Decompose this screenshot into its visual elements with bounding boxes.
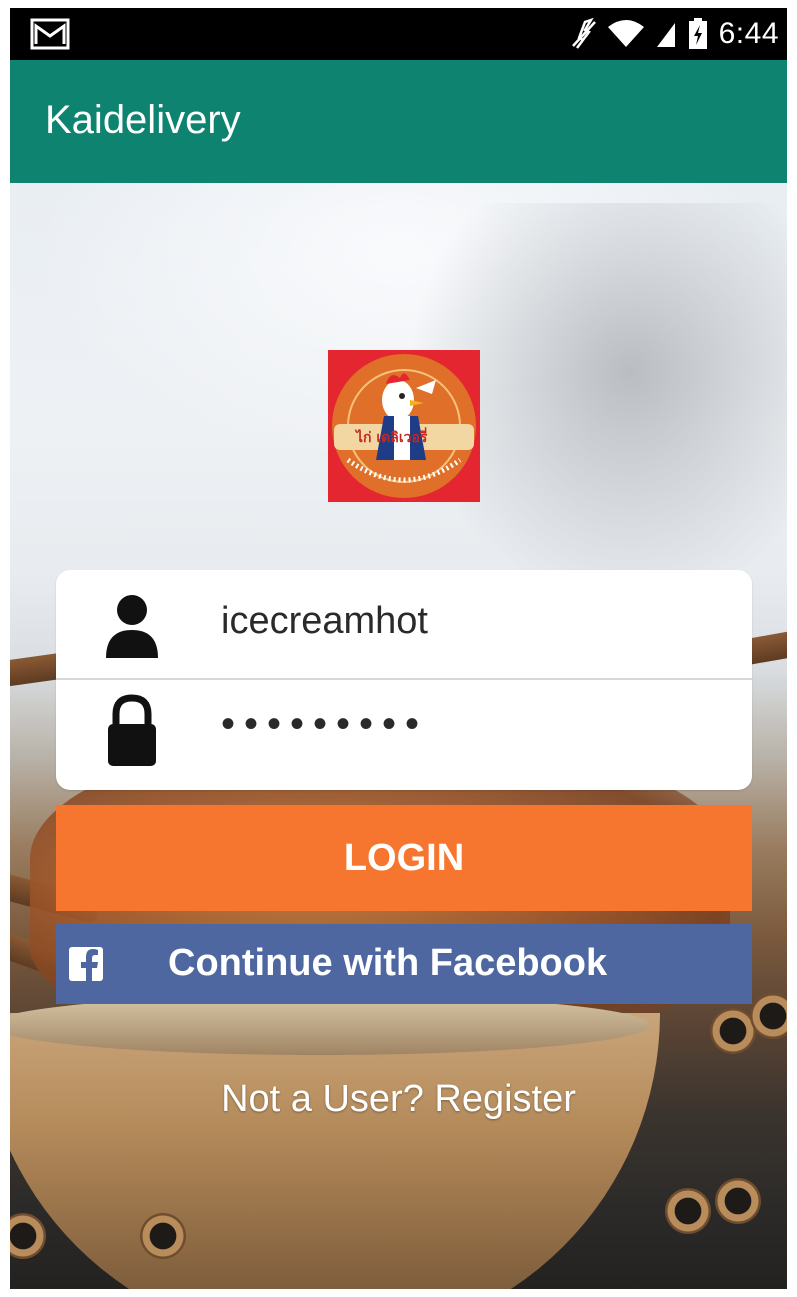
username-input[interactable]: icecreamhot — [221, 600, 428, 643]
lock-icon — [108, 694, 156, 766]
wifi-icon — [607, 20, 644, 47]
logo-text: ไก่ เดลิเวอรี่ — [354, 427, 428, 446]
mute-icon — [571, 18, 596, 49]
logo-image: ไก่ เดลิเวอรี่ — [328, 350, 480, 502]
status-icons: 6:44 — [569, 16, 779, 52]
facebook-login-button[interactable]: Continue with Facebook — [56, 924, 752, 1004]
background-image — [665, 1188, 711, 1234]
background-image — [10, 995, 650, 1055]
user-icon — [106, 595, 158, 658]
status-bar: 6:44 — [10, 8, 787, 60]
background-image — [10, 1213, 46, 1259]
password-field[interactable]: ••••••••• — [56, 680, 752, 788]
password-input[interactable]: ••••••••• — [221, 702, 428, 747]
login-screen: ไก่ เดลิเวอรี่ icecreamhot ••••••••• LOG… — [10, 183, 787, 1289]
username-field[interactable]: icecreamhot — [56, 570, 752, 680]
background-image — [715, 1178, 761, 1224]
login-button[interactable]: LOGIN — [56, 805, 752, 911]
facebook-icon — [69, 947, 103, 982]
login-card: icecreamhot ••••••••• — [56, 570, 752, 790]
app-bar: Kaidelivery — [10, 60, 787, 183]
facebook-button-label: Continue with Facebook — [168, 942, 608, 984]
app-title: Kaidelivery — [45, 98, 241, 142]
phone-screen: 6:44 Kaidelivery ไก่ เดลิเวอรี่ icecream… — [10, 8, 787, 1289]
register-link[interactable]: Not a User? Register — [10, 1078, 787, 1121]
restaurant-logo: ไก่ เดลิเวอรี่ — [328, 350, 480, 502]
gmail-icon — [30, 18, 70, 50]
battery-charging-icon — [688, 18, 707, 49]
status-time: 6:44 — [718, 17, 779, 50]
signal-icon — [656, 23, 675, 47]
background-image — [140, 1213, 186, 1259]
